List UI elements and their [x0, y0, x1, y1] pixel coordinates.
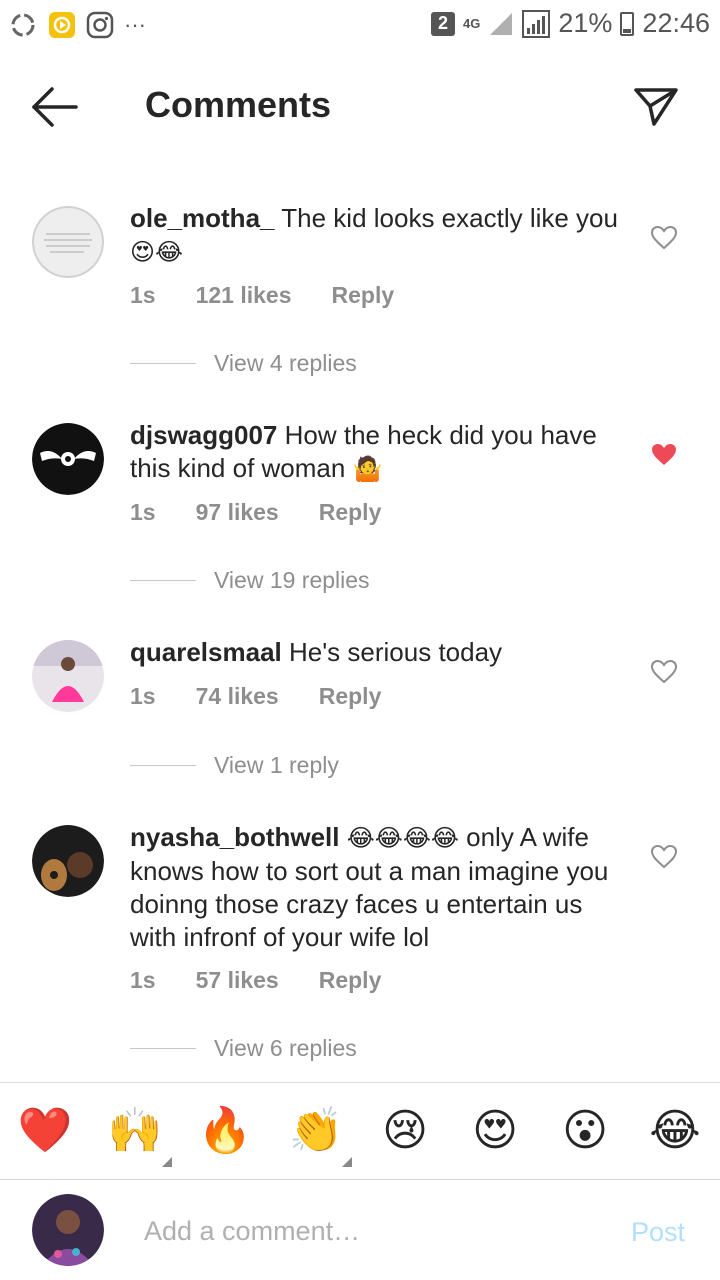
status-bar-left: ···: [8, 10, 146, 40]
send-icon[interactable]: [632, 82, 680, 130]
comment-text: djswagg007 How the heck did you have thi…: [130, 419, 630, 486]
like-heart-icon[interactable]: [651, 660, 677, 684]
comment-composer: Post: [0, 1181, 720, 1280]
battery-percent: 21%: [558, 8, 613, 38]
post-button[interactable]: Post: [631, 1217, 685, 1248]
comment-emojis: 😍😂: [130, 238, 184, 266]
view-replies-button[interactable]: View 6 replies: [130, 1035, 357, 1062]
my-avatar: [32, 1194, 104, 1266]
emoji-heart-button[interactable]: ❤️: [15, 1101, 75, 1161]
view-replies-button[interactable]: View 1 reply: [130, 752, 339, 779]
comment-text: nyasha_bothwell 😂😂😂😂 only A wife knows h…: [130, 821, 630, 954]
more-notifications-icon: ···: [124, 12, 146, 37]
sim-badge: 2: [431, 11, 456, 36]
emoji-crying-button[interactable]: 😢: [375, 1101, 435, 1161]
commenter-avatar[interactable]: [32, 423, 104, 495]
comment-meta: 1s 121 likes Reply: [130, 282, 434, 309]
commenter-avatar[interactable]: [32, 825, 104, 897]
comment-likes[interactable]: 121 likes: [196, 282, 292, 309]
comment-meta: 1s 74 likes Reply: [130, 683, 421, 710]
network-type: 4G: [463, 16, 481, 31]
sync-icon: [11, 13, 35, 37]
emoji-laughing-button[interactable]: 😂: [645, 1101, 705, 1161]
view-replies-label: View 4 replies: [214, 350, 357, 376]
like-heart-icon[interactable]: [651, 845, 677, 869]
view-replies-button[interactable]: View 19 replies: [130, 567, 370, 594]
clock: 22:46: [642, 8, 710, 38]
comment-body: The kid looks exactly like you: [281, 203, 618, 233]
signal-icon-2: [522, 9, 551, 38]
view-replies-button[interactable]: View 4 replies: [130, 350, 357, 377]
comment-username[interactable]: nyasha_bothwell: [130, 822, 340, 852]
comment-username[interactable]: quarelsmaal: [130, 637, 282, 667]
divider-line: [130, 580, 196, 581]
reply-button[interactable]: Reply: [332, 282, 395, 309]
emoji-raised-hands-button[interactable]: 🙌: [105, 1101, 165, 1161]
like-heart-icon[interactable]: [651, 226, 677, 250]
instagram-icon: [86, 11, 114, 39]
divider-line: [130, 1048, 196, 1049]
comment-meta: 1s 97 likes Reply: [130, 499, 421, 526]
page-title: Comments: [145, 84, 332, 125]
view-replies-label: View 1 reply: [214, 752, 339, 778]
liked-heart-icon[interactable]: [651, 443, 677, 467]
status-bar-right: 2 4G 21% 22:46: [431, 8, 710, 39]
emoji-heart-eyes-button[interactable]: 😍: [465, 1101, 525, 1161]
comment-time: 1s: [130, 282, 156, 308]
comment-time: 1s: [130, 683, 156, 709]
comment-time: 1s: [130, 499, 156, 525]
divider-line: [130, 765, 196, 766]
reply-button[interactable]: Reply: [319, 683, 382, 710]
comment-likes[interactable]: 74 likes: [196, 683, 279, 710]
app-icon: [49, 12, 75, 38]
comment-meta: 1s 57 likes Reply: [130, 967, 421, 994]
commenter-avatar[interactable]: [32, 206, 104, 278]
header: Comments: [0, 60, 720, 150]
view-replies-label: View 6 replies: [214, 1035, 357, 1061]
comment-emojis: 😂😂😂😂: [346, 824, 459, 852]
comment-input[interactable]: [144, 1211, 604, 1251]
skin-tone-indicator: [342, 1157, 352, 1167]
comment-likes[interactable]: 97 likes: [196, 499, 279, 526]
comment-text: ole_motha_ The kid looks exactly like yo…: [130, 202, 630, 269]
comment-emojis: 🤷: [352, 455, 383, 483]
skin-tone-indicator: [162, 1157, 172, 1167]
view-replies-label: View 19 replies: [214, 567, 370, 593]
battery-icon: [620, 11, 635, 36]
emoji-clap-button[interactable]: 👏: [286, 1101, 346, 1161]
comment-body: He's serious today: [288, 637, 503, 667]
signal-icon: [490, 12, 513, 35]
comment-username[interactable]: ole_motha_: [130, 203, 275, 233]
reply-button[interactable]: Reply: [319, 499, 382, 526]
divider-line: [130, 363, 196, 364]
comment-likes[interactable]: 57 likes: [196, 967, 279, 994]
emoji-surprised-button[interactable]: 😮: [555, 1101, 615, 1161]
comment-time: 1s: [130, 967, 156, 993]
emoji-fire-button[interactable]: 🔥: [195, 1101, 255, 1161]
back-arrow-icon[interactable]: [30, 85, 80, 129]
comment-username[interactable]: djswagg007: [130, 420, 277, 450]
comment-text: quarelsmaal He's serious today: [130, 636, 630, 669]
emoji-quick-bar: ❤️ 🙌 🔥 👏 😢 😍 😮 😂: [0, 1082, 720, 1180]
reply-button[interactable]: Reply: [319, 967, 382, 994]
commenter-avatar[interactable]: [32, 640, 104, 712]
status-bar: ··· 2 4G 21% 22:46: [0, 0, 720, 50]
